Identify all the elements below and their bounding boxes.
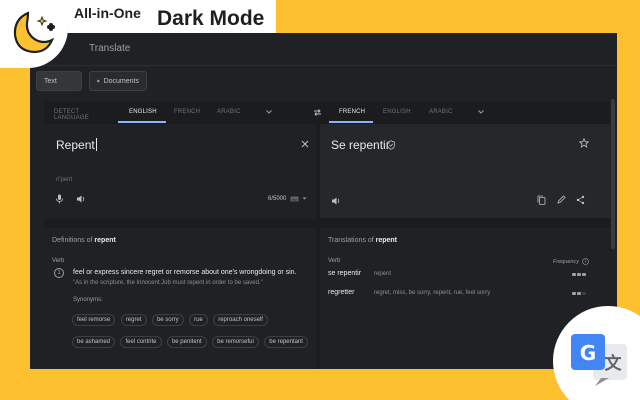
scrollbar[interactable] bbox=[611, 99, 615, 249]
source-text-area[interactable]: Repent ri'pent 6/5000 bbox=[44, 124, 316, 218]
definition-text: feel or express sincere regret or remors… bbox=[73, 269, 297, 276]
synonym-chip[interactable]: rue bbox=[189, 314, 208, 326]
promo-title-small: All-in-One bbox=[74, 5, 141, 21]
share-icon[interactable] bbox=[576, 195, 585, 205]
frequency-bars bbox=[572, 292, 586, 295]
translation-row[interactable]: regretter regret, miss, be sorry, repent… bbox=[328, 289, 593, 301]
translation-row[interactable]: se repentir repent bbox=[328, 270, 593, 282]
source-lang-arabic[interactable]: ARABIC bbox=[217, 109, 241, 115]
definition-example: "As in the scripture, the Innocent Job m… bbox=[73, 280, 263, 286]
definitions-heading-prefix: Definitions of bbox=[52, 237, 93, 244]
source-lang-underline bbox=[118, 121, 166, 123]
frequency-bar-segment bbox=[572, 273, 576, 276]
promo-title-banner: All-in-One Dark Mode bbox=[68, 0, 276, 33]
synonym-chip[interactable]: reproach oneself bbox=[213, 314, 268, 326]
translation-synonyms: regret, miss, be sorry, repent, rue, fee… bbox=[374, 290, 491, 296]
synonym-chip[interactable]: be remorseful bbox=[212, 336, 259, 348]
translate-window: Translate Text Documents DETECT LANGUAGE… bbox=[30, 33, 617, 369]
translation-output-area: Se repentir bbox=[320, 124, 610, 218]
source-lang-english[interactable]: ENGLISH bbox=[129, 109, 157, 115]
svg-text:文: 文 bbox=[605, 353, 623, 374]
top-bar: Translate bbox=[30, 33, 617, 66]
frequency-bar-segment bbox=[577, 292, 581, 295]
definitions-part-of-speech: Verb bbox=[52, 258, 65, 264]
source-text[interactable]: Repent bbox=[56, 138, 97, 152]
synonyms-label: Synonyms: bbox=[73, 297, 103, 303]
translations-heading-word: repent bbox=[375, 237, 398, 244]
definitions-heading: Definitions of repent bbox=[52, 237, 116, 244]
translations-heading-prefix: Translations of bbox=[328, 237, 374, 244]
documents-mode-label: Documents bbox=[103, 77, 139, 85]
source-lang-detect[interactable]: DETECT LANGUAGE bbox=[54, 109, 89, 121]
documents-mode-button[interactable]: Documents bbox=[89, 71, 147, 91]
svg-text:G: G bbox=[580, 341, 596, 365]
translated-text: Se repentir bbox=[331, 138, 390, 152]
google-translate-icon: 文 G bbox=[571, 334, 627, 386]
character-count: 6/5000 bbox=[268, 196, 287, 202]
synonym-chip[interactable]: be ashamed bbox=[72, 336, 116, 348]
source-phonetic: ri'pent bbox=[56, 177, 73, 183]
frequency-bars bbox=[572, 273, 586, 276]
translation-word[interactable]: regretter bbox=[328, 289, 354, 296]
text-caret bbox=[95, 138, 97, 151]
promo-title-big: Dark Mode bbox=[157, 7, 265, 30]
moon-icon bbox=[13, 11, 55, 54]
frequency-bar-segment bbox=[582, 292, 586, 295]
keyboard-icon[interactable] bbox=[290, 196, 299, 202]
text-mode-label: Text bbox=[44, 77, 57, 85]
translations-heading: Translations of repent bbox=[328, 237, 397, 244]
synonym-chip[interactable]: be penitent bbox=[166, 336, 207, 348]
extension-logo-badge bbox=[0, 0, 68, 68]
translation-word[interactable]: se repentir bbox=[328, 270, 361, 277]
swap-languages-icon[interactable] bbox=[313, 108, 322, 117]
source-lang-french[interactable]: FRENCH bbox=[174, 109, 200, 115]
definition-number: 1 bbox=[54, 268, 64, 278]
clear-text-icon[interactable] bbox=[301, 140, 309, 148]
app-title: Translate bbox=[89, 43, 131, 54]
target-lang-english[interactable]: ENGLISH bbox=[383, 109, 411, 115]
help-icon[interactable]: ? bbox=[582, 258, 589, 265]
target-lang-arabic[interactable]: ARABIC bbox=[429, 109, 453, 115]
synonym-chips: feel remorse regret be sorry rue reproac… bbox=[72, 308, 312, 352]
translations-part-of-speech: Verb bbox=[328, 258, 341, 264]
definitions-heading-word: repent bbox=[94, 237, 116, 244]
document-icon bbox=[97, 79, 100, 83]
frequency-bar-segment bbox=[577, 273, 581, 276]
microphone-icon[interactable] bbox=[55, 194, 64, 204]
definitions-card: Definitions of repent Verb 1 feel or exp… bbox=[44, 228, 316, 369]
translation-listen-speaker-icon[interactable] bbox=[331, 196, 341, 206]
copy-icon[interactable] bbox=[537, 195, 546, 205]
target-more-langs-chevron-icon[interactable] bbox=[477, 108, 485, 116]
source-text-value: Repent bbox=[56, 138, 95, 152]
frequency-bar-segment bbox=[572, 292, 576, 295]
translation-synonyms: repent bbox=[374, 271, 392, 277]
edit-pencil-icon[interactable] bbox=[557, 195, 566, 204]
verified-shield-icon[interactable] bbox=[386, 140, 396, 150]
target-lang-underline bbox=[329, 121, 373, 123]
source-listen-speaker-icon[interactable] bbox=[76, 194, 86, 204]
synonym-chip[interactable]: be sorry bbox=[151, 314, 184, 326]
synonym-chip[interactable]: regret bbox=[120, 314, 147, 326]
source-more-langs-chevron-icon[interactable] bbox=[265, 108, 273, 116]
text-mode-button[interactable]: Text bbox=[36, 71, 82, 91]
translator-panel: DETECT LANGUAGE ENGLISH FRENCH ARABIC FR… bbox=[44, 101, 610, 369]
synonym-chip[interactable]: feel remorse bbox=[72, 314, 116, 326]
synonym-chip[interactable]: be repentant bbox=[264, 336, 308, 348]
frequency-label: Frequency bbox=[553, 259, 579, 265]
input-tools-chevron-down-icon[interactable] bbox=[302, 196, 307, 201]
target-lang-french[interactable]: FRENCH bbox=[339, 109, 365, 115]
save-translation-star-icon[interactable] bbox=[579, 138, 589, 148]
frequency-bar-segment bbox=[582, 273, 586, 276]
synonym-chip[interactable]: feel contrite bbox=[120, 336, 162, 348]
